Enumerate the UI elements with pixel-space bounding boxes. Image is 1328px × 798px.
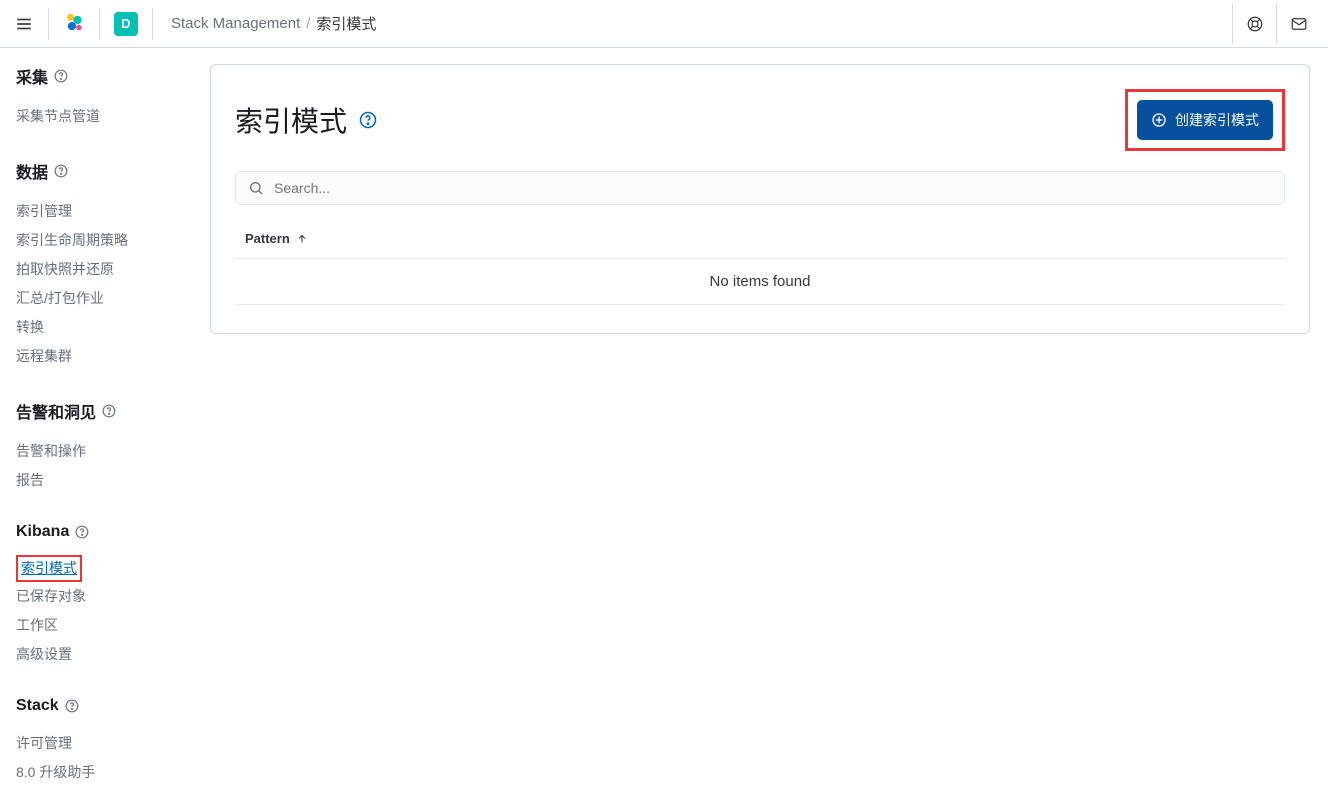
- breadcrumb-separator: /: [306, 15, 310, 32]
- help-icon[interactable]: [102, 404, 116, 418]
- sidebar-item[interactable]: 高级设置: [16, 640, 198, 669]
- table-empty-message: No items found: [235, 259, 1285, 305]
- breadcrumb: Stack Management / 索引模式: [171, 13, 376, 34]
- divider: [152, 8, 153, 40]
- sidebar-section-alerts: 告警和洞见 告警和操作 报告: [16, 399, 198, 495]
- newsfeed-button[interactable]: [1276, 4, 1320, 44]
- panel-header: 索引模式 创建索引模式: [235, 89, 1285, 151]
- sidebar-section-stack: Stack 许可管理 8.0 升级助手: [16, 697, 198, 787]
- breadcrumb-current: 索引模式: [316, 13, 376, 34]
- sidebar-section-ingest: 采集 采集节点管道: [16, 64, 198, 131]
- sidebar-title: 告警和洞见: [16, 399, 96, 423]
- table-header: Pattern: [235, 223, 1285, 259]
- main-content: 索引模式 创建索引模式 Pattern No items found: [198, 48, 1328, 798]
- sidebar-item[interactable]: 拍取快照并还原: [16, 255, 198, 284]
- topbar: D Stack Management / 索引模式: [0, 0, 1328, 48]
- sort-ascending-icon[interactable]: [296, 233, 308, 245]
- help-icon[interactable]: [54, 69, 68, 83]
- page-title: 索引模式: [235, 100, 347, 140]
- space-initial: D: [121, 16, 130, 31]
- sidebar-title: 采集: [16, 64, 48, 88]
- sidebar-item[interactable]: 许可管理: [16, 729, 198, 758]
- sidebar-title: 数据: [16, 159, 48, 183]
- help-button[interactable]: [1232, 4, 1276, 44]
- sidebar-section-data: 数据 索引管理 索引生命周期策略 拍取快照并还原 汇总/打包作业 转换 远程集群: [16, 159, 198, 371]
- space-selector[interactable]: D: [114, 12, 138, 36]
- elastic-logo[interactable]: [57, 11, 91, 36]
- elastic-logo-icon: [63, 11, 85, 33]
- divider: [99, 8, 100, 40]
- sidebar-item[interactable]: 采集节点管道: [16, 102, 198, 131]
- topbar-left: D Stack Management / 索引模式: [8, 8, 376, 40]
- highlight-annotation: 创建索引模式: [1125, 89, 1285, 151]
- sidebar: 采集 采集节点管道 数据 索引管理 索引生命周期策略 拍取快照并还原 汇总/打包…: [0, 48, 198, 798]
- index-patterns-panel: 索引模式 创建索引模式 Pattern No items found: [210, 64, 1310, 334]
- help-icon[interactable]: [359, 111, 377, 129]
- sidebar-item[interactable]: 报告: [16, 466, 198, 495]
- search-icon: [248, 180, 264, 196]
- sidebar-item[interactable]: 索引管理: [16, 197, 198, 226]
- sidebar-item[interactable]: 工作区: [16, 611, 198, 640]
- help-icon[interactable]: [54, 164, 68, 178]
- sidebar-item[interactable]: 索引生命周期策略: [16, 226, 198, 255]
- hamburger-icon: [15, 15, 33, 33]
- topbar-right: [1232, 4, 1320, 44]
- sidebar-section-kibana: Kibana 索引模式 已保存对象 工作区 高级设置: [16, 523, 198, 669]
- menu-toggle-button[interactable]: [8, 8, 40, 40]
- mail-icon: [1290, 15, 1308, 33]
- highlight-annotation: 索引模式: [16, 555, 82, 582]
- layout: 采集 采集节点管道 数据 索引管理 索引生命周期策略 拍取快照并还原 汇总/打包…: [0, 48, 1328, 798]
- sidebar-item[interactable]: 已保存对象: [16, 582, 198, 611]
- create-index-pattern-button[interactable]: 创建索引模式: [1137, 100, 1273, 140]
- column-pattern[interactable]: Pattern: [245, 231, 290, 246]
- sidebar-item[interactable]: 远程集群: [16, 342, 198, 371]
- search-field-wrapper[interactable]: [235, 171, 1285, 205]
- sidebar-item-index-patterns[interactable]: 索引模式: [21, 557, 77, 580]
- sidebar-item[interactable]: 告警和操作: [16, 437, 198, 466]
- create-button-label: 创建索引模式: [1175, 110, 1259, 130]
- plus-circle-icon: [1151, 112, 1167, 128]
- sidebar-title: Kibana: [16, 523, 69, 541]
- sidebar-item[interactable]: 转换: [16, 313, 198, 342]
- search-input[interactable]: [274, 180, 1272, 196]
- sidebar-item[interactable]: 汇总/打包作业: [16, 284, 198, 313]
- breadcrumb-root[interactable]: Stack Management: [171, 15, 300, 32]
- sidebar-item[interactable]: 8.0 升级助手: [16, 758, 198, 787]
- help-icon[interactable]: [65, 699, 79, 713]
- help-icon[interactable]: [75, 525, 89, 539]
- lifebuoy-icon: [1246, 15, 1264, 33]
- divider: [48, 8, 49, 40]
- sidebar-title: Stack: [16, 697, 59, 715]
